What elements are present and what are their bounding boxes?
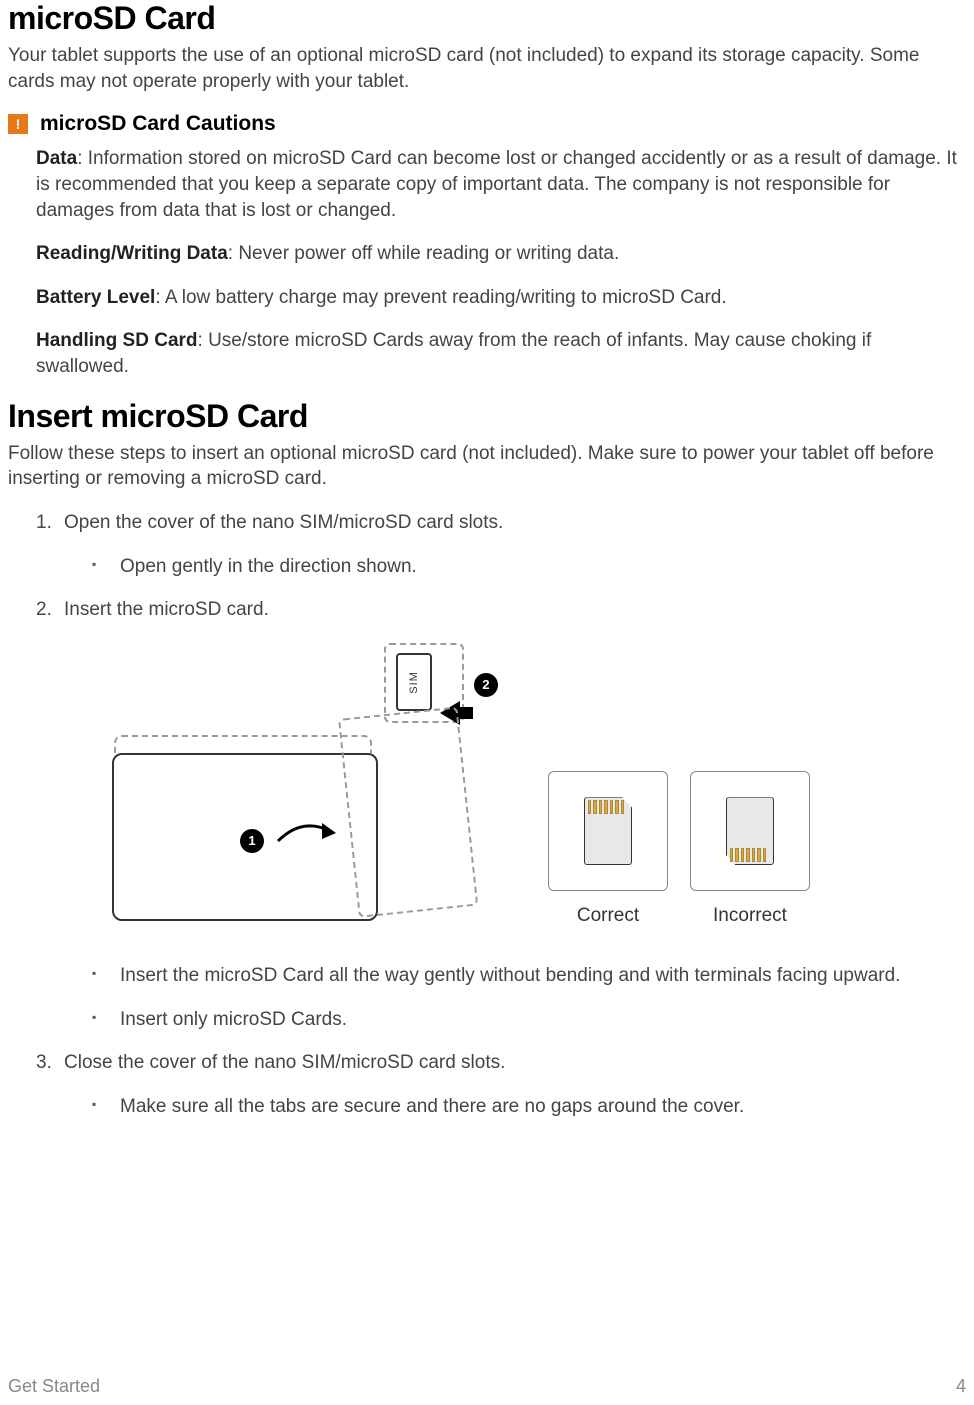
step-2: 2. Insert the microSD card. SIM 2 1: [36, 597, 966, 1032]
footer-section: Get Started: [8, 1376, 100, 1397]
caution-readwrite-text: : Never power off while reading or writi…: [228, 243, 619, 264]
heading-microsd-card: microSD Card: [8, 0, 966, 37]
step-3-text: Close the cover of the nano SIM/microSD …: [64, 1052, 505, 1073]
step-1-text: Open the cover of the nano SIM/microSD c…: [64, 512, 503, 533]
step-1: 1. Open the cover of the nano SIM/microS…: [36, 510, 966, 579]
tablet-diagram: SIM 2 1: [104, 643, 524, 933]
correct-card-box: Correct: [548, 771, 668, 929]
sim-label: SIM: [407, 671, 422, 694]
step-1-number: 1.: [36, 510, 52, 536]
caution-battery-text: : A low battery charge may prevent readi…: [155, 287, 726, 308]
caution-battery-label: Battery Level: [36, 287, 155, 308]
caution-data-text: : Information stored on microSD Card can…: [36, 148, 957, 220]
caution-readwrite-label: Reading/Writing Data: [36, 243, 228, 264]
caution-data-label: Data: [36, 148, 77, 169]
heading-insert-microsd: Insert microSD Card: [8, 398, 966, 435]
caution-icon: !: [8, 114, 28, 134]
incorrect-label: Incorrect: [713, 903, 787, 929]
incorrect-card-frame: [690, 771, 810, 891]
card-orientation-panel: Correct Incorrect: [548, 771, 810, 933]
insert-illustration: SIM 2 1: [64, 623, 966, 945]
cover-open-outline: [338, 706, 478, 917]
step-3-number: 3.: [36, 1050, 52, 1076]
caution-handling: Handling SD Card: Use/store microSD Card…: [36, 328, 966, 379]
caution-readwrite: Reading/Writing Data: Never power off wh…: [36, 241, 966, 267]
caution-data: Data: Information stored on microSD Card…: [36, 146, 966, 223]
sdcard-incorrect-icon: [726, 797, 774, 865]
caution-handling-label: Handling SD Card: [36, 330, 198, 351]
cautions-heading: microSD Card Cautions: [40, 112, 276, 136]
caution-battery: Battery Level: A low battery charge may …: [36, 285, 966, 311]
footer-page-number: 4: [956, 1376, 966, 1397]
step-1-sub-1: Open gently in the direction shown.: [92, 554, 966, 580]
intro-paragraph: Your tablet supports the use of an optio…: [8, 43, 966, 94]
correct-label: Correct: [577, 903, 639, 929]
badge-1-icon: 1: [240, 829, 264, 853]
step-3-sub-1: Make sure all the tabs are secure and th…: [92, 1094, 966, 1120]
sdcard-correct-icon: [584, 797, 632, 865]
steps-list: 1. Open the cover of the nano SIM/microS…: [8, 510, 966, 1119]
step-3: 3. Close the cover of the nano SIM/micro…: [36, 1050, 966, 1119]
cautions-header-row: ! microSD Card Cautions: [8, 112, 966, 136]
badge-2-icon: 2: [474, 673, 498, 697]
correct-card-frame: [548, 771, 668, 891]
sim-card-outline: SIM: [396, 653, 432, 711]
arrow-open-icon: [272, 811, 342, 857]
step-2-text: Insert the microSD card.: [64, 599, 269, 620]
incorrect-card-box: Incorrect: [690, 771, 810, 929]
step-2-sub-1: Insert the microSD Card all the way gent…: [92, 963, 966, 989]
step-2-number: 2.: [36, 597, 52, 623]
step-2-sub-2: Insert only microSD Cards.: [92, 1007, 966, 1033]
tablet-top-edge: [114, 735, 372, 753]
page-footer: Get Started 4: [8, 1376, 966, 1397]
intro2-paragraph: Follow these steps to insert an optional…: [8, 441, 966, 492]
